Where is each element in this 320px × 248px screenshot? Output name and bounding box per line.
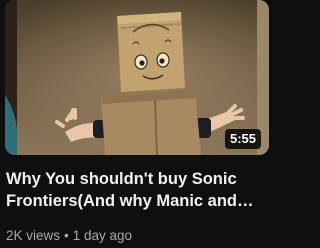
- video-thumbnail[interactable]: 5:55: [5, 0, 269, 155]
- video-duration-badge: 5:55: [224, 129, 261, 149]
- meta-separator: •: [64, 228, 69, 243]
- upload-age: 1 day ago: [72, 228, 133, 243]
- video-card[interactable]: 5:55 Why You shouldn't buy Sonic Frontie…: [0, 0, 274, 248]
- video-title[interactable]: Why You shouldn't buy Sonic Frontiers(An…: [6, 168, 268, 212]
- video-metadata: 2K views • 1 day ago: [6, 228, 268, 244]
- view-count: 2K views: [6, 228, 61, 243]
